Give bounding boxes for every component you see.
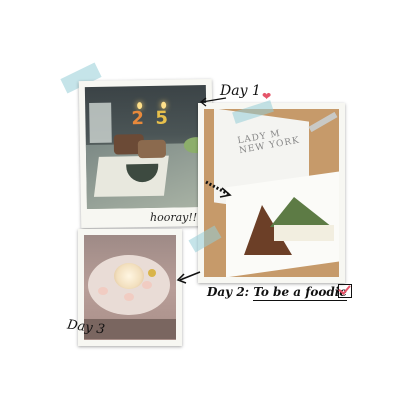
- photo-frame-birthday: 2 5: [78, 78, 215, 229]
- hooray-caption: hooray!!: [150, 211, 198, 224]
- golden-ball: [148, 269, 156, 277]
- heart-icon: ❤: [262, 90, 272, 103]
- day-2-caption: To be a foodie: [253, 285, 347, 301]
- matcha-cake-slice: [270, 197, 332, 227]
- arrow-icon: [205, 180, 232, 198]
- bottles: [89, 102, 112, 143]
- candle-number: 2: [131, 108, 145, 130]
- collage-canvas: 2 5 LADY M NEW YORK Day 1 ❤ hooray!! Day…: [0, 0, 408, 408]
- candle-number: 5: [155, 107, 169, 129]
- dessert-bite: [98, 287, 108, 295]
- checkbox-icon: [338, 284, 352, 298]
- cake: [137, 139, 167, 159]
- day-2-label: Day 2: To be a foodie: [207, 285, 347, 301]
- birthday-photo: 2 5: [84, 84, 208, 210]
- fork: [308, 111, 338, 133]
- dessert-bite: [142, 281, 152, 289]
- day-2-prefix: Day 2:: [207, 285, 250, 299]
- crepe-layers: [274, 225, 334, 241]
- arrow-icon: [199, 97, 227, 107]
- arrow-icon: [176, 271, 201, 284]
- dessert-bite: [124, 293, 134, 301]
- lotus-dessert: [114, 263, 144, 289]
